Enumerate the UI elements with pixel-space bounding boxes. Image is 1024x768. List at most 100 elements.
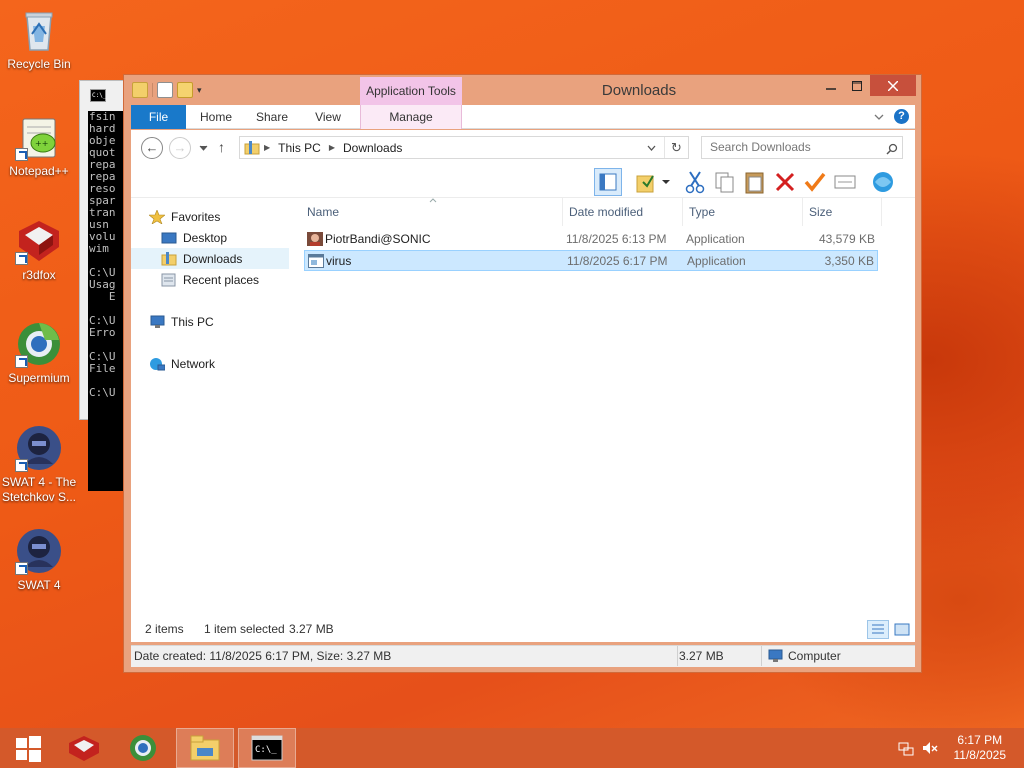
details-view-button[interactable] [867,620,889,639]
breadcrumb-this-pc[interactable]: This PC [278,141,321,155]
start-button[interactable] [0,728,56,768]
address-bar-row: ← → ↑ ▶ This PC ▶ Downloads ↻ Search Dow… [131,130,915,166]
desktop-icon-r3dfox[interactable]: r3dfox [0,217,78,283]
nav-item-desktop[interactable]: Desktop [131,227,289,248]
nav-item-network[interactable]: Network [131,353,289,374]
preview-pane-button[interactable] [594,168,622,196]
computer-icon [768,649,783,662]
column-header-date[interactable]: Date modified [563,198,683,226]
supermium-icon [130,735,156,761]
desktop-icon-recycle-bin[interactable]: Recycle Bin [0,6,78,72]
nav-item-downloads[interactable]: Downloads [131,248,289,269]
file-row[interactable]: PiotrBandi@SONIC 11/8/2025 6:13 PM Appli… [304,229,878,250]
desktop-icon-label: Recycle Bin [7,57,71,71]
column-header-type[interactable]: Type [683,198,803,226]
notepadpp-icon: ++ [15,113,63,161]
customize-dropdown-icon[interactable]: ▾ [197,85,202,96]
desktop-icon-swat4[interactable]: SWAT 4 [0,527,78,593]
title-bar[interactable]: ▾ Application Tools Downloads [124,75,921,105]
r3dfox-icon [15,217,63,265]
shortcut-arrow-icon [15,562,28,575]
close-button[interactable] [870,75,916,96]
taskbar-supermium[interactable] [115,728,171,768]
taskbar-r3dfox[interactable] [56,728,112,768]
desktop-icon-supermium[interactable]: Supermium [0,320,78,386]
file-row-selected[interactable]: virus 11/8/2025 6:17 PM Application 3,35… [304,250,878,271]
desktop-icon-label: SWAT 4 [17,578,61,592]
maximize-button[interactable] [844,75,870,96]
address-box[interactable]: ▶ This PC ▶ Downloads ↻ [239,136,689,159]
details-view-icon [872,624,884,634]
cmd-icon: C:\_ [251,735,283,761]
file-type: Application [686,232,745,246]
window-controls [818,75,916,96]
up-arrow-icon[interactable]: ↑ [218,139,225,155]
help-icon[interactable]: ? [894,109,909,124]
expand-ribbon-icon[interactable] [874,113,884,121]
tab-share[interactable]: Share [249,105,295,129]
folder-icon [132,82,148,98]
desktop-icon-label: SWAT 4 - The Stetchkov S... [1,475,77,504]
column-header-name[interactable]: Name [301,198,563,226]
network-tray-icon[interactable] [898,740,914,756]
cut-button[interactable] [681,168,709,196]
recent-locations-icon[interactable] [199,145,208,151]
column-header-size[interactable]: Size [803,198,882,226]
tab-view[interactable]: View [305,105,351,129]
file-list: Name Date modified Type Size PiotrBandi@… [301,198,915,642]
quick-access-toolbar: ▾ [132,82,202,98]
explorer-window[interactable]: ▾ Application Tools Downloads File Home … [123,74,922,673]
properties-button[interactable] [831,168,859,196]
minimize-icon [826,87,836,90]
preview-pane-icon [599,173,617,191]
paste-button[interactable] [741,168,769,196]
web-button[interactable] [869,168,897,196]
globe-icon [873,172,893,192]
address-dropdown-icon[interactable] [647,145,656,151]
rename-button[interactable] [801,168,829,196]
divider [761,646,762,666]
file-name: PiotrBandi@SONIC [325,232,431,246]
tab-manage[interactable]: Manage [360,105,462,129]
dropdown-icon [662,180,670,184]
nav-label: Desktop [183,230,228,245]
file-type: Application [687,254,746,268]
tab-file[interactable]: File [131,105,186,129]
application-icon [307,232,323,246]
nav-item-favorites[interactable]: Favorites [131,206,289,227]
desktop-icon-swat4-stetchkov[interactable]: SWAT 4 - The Stetchkov S... [0,424,78,505]
volume-muted-icon[interactable] [922,740,938,756]
status-selected-size: 3.27 MB [289,622,334,636]
taskbar: C:\_ 6:17 PM 11/8/2025 [0,728,1024,768]
properties-icon[interactable] [157,82,173,98]
nav-label: This PC [171,314,214,329]
maximize-icon [852,80,862,91]
shortcut-arrow-icon [15,355,28,368]
system-clock[interactable]: 6:17 PM 11/8/2025 [954,733,1007,763]
swat4-stetchkov-icon [15,424,63,472]
search-input[interactable]: Search Downloads [701,136,903,159]
copy-button[interactable] [711,168,739,196]
new-folder-icon[interactable] [177,82,193,98]
back-button[interactable]: ← [141,137,163,159]
large-icons-view-button[interactable] [891,620,913,639]
nav-item-recent-places[interactable]: Recent places [131,269,289,290]
explorer-content: Favorites Desktop Downloads Recent place… [131,198,915,642]
taskbar-command-prompt[interactable]: C:\_ [238,728,296,768]
refresh-icon[interactable]: ↻ [664,137,688,158]
properties-icon [834,175,856,189]
minimize-button[interactable] [818,75,844,96]
open-button[interactable] [633,168,661,196]
supermium-icon [15,320,63,368]
tab-home[interactable]: Home [193,105,239,129]
desktop-icon-notepadpp[interactable]: ++ Notepad++ [0,113,78,179]
open-dropdown[interactable] [661,168,675,196]
open-folder-icon [636,175,654,193]
shortcut-arrow-icon [15,252,28,265]
forward-button[interactable]: → [169,137,191,159]
computer-icon [150,315,165,328]
nav-item-this-pc[interactable]: This PC [131,311,289,332]
delete-button[interactable] [771,168,799,196]
taskbar-file-explorer[interactable] [176,728,234,768]
breadcrumb-downloads[interactable]: Downloads [343,141,402,155]
